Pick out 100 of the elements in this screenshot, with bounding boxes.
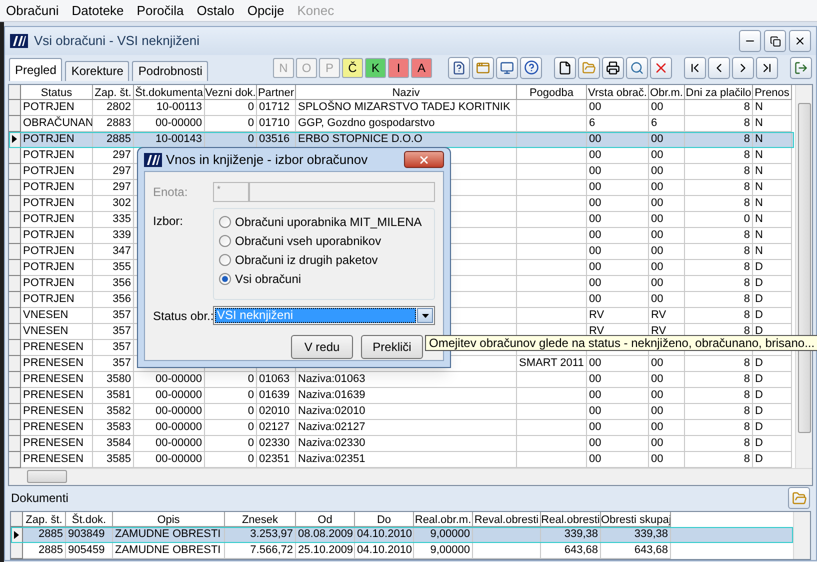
table-cell-text: 02010	[259, 404, 291, 419]
column-header[interactable]: Partner	[258, 86, 294, 99]
column-header[interactable]: Št.dokumenta	[135, 86, 203, 99]
table-cell-text: Naziva:02010	[298, 404, 366, 419]
column-header[interactable]: Obr.m.	[650, 86, 683, 99]
table-cell-text: GGP, Gozdno gospodarstvo	[298, 116, 436, 131]
delete-button[interactable]	[650, 56, 672, 79]
table-cell-text: 8	[742, 356, 750, 371]
menu-item[interactable]: Poročila	[136, 0, 184, 20]
close-button[interactable]	[789, 30, 811, 52]
table-cell-text: POTRJEN	[23, 244, 76, 259]
table-cell-text: 0	[246, 388, 254, 403]
table-cell-text: 01712	[259, 100, 291, 115]
first-record-button[interactable]	[684, 56, 706, 79]
table-cell-text: 339,38	[563, 527, 598, 542]
letter-button[interactable]: I	[388, 58, 409, 78]
print-button[interactable]	[602, 56, 624, 79]
column-header[interactable]: Znesek	[242, 514, 278, 526]
tab[interactable]: Podrobnosti	[132, 60, 208, 81]
column-header[interactable]: Real.obresti	[541, 514, 600, 526]
table-row[interactable]: PRENESEN 3582 00-00000 0 02010 Naziva:02010 00 00 8 D	[9, 404, 794, 420]
menu-item[interactable]: Obračuni	[6, 0, 59, 20]
table-row[interactable]: POTRJEN 2802 10-00113 0 01712 SPLOŠNO MIZARSTVO TADEJ KORITNIK 00 00 8 N	[9, 100, 794, 116]
radio-option[interactable]: Obračuni iz drugih paketov	[219, 250, 429, 269]
close-button[interactable]	[404, 151, 444, 168]
table-cell-text: 01063	[259, 372, 291, 387]
table-cell-text: 2885	[106, 132, 131, 147]
dialog-button[interactable]: Prekliči	[361, 335, 423, 359]
next-record-button[interactable]	[732, 56, 754, 79]
table-cell-text: POTRJEN	[23, 164, 76, 179]
horizontal-scrollbar[interactable]	[9, 468, 812, 485]
column-header[interactable]: Do	[376, 514, 392, 526]
radio-option[interactable]: Vsi obračuni	[219, 269, 429, 288]
column-header[interactable]: Št.dok.	[72, 514, 106, 526]
search-button[interactable]	[626, 56, 648, 79]
column-header[interactable]: Real.obr.m.	[414, 514, 472, 526]
restore-icon	[770, 36, 780, 47]
last-record-button[interactable]	[756, 56, 778, 79]
column-header[interactable]: Status	[40, 86, 72, 99]
table-cell-text: PRENESEN	[23, 436, 85, 451]
column-header[interactable]: Reval.obresti	[474, 514, 539, 526]
table-row[interactable]: 2885 903849 ZAMUDNE OBRESTI 3.253,97 08.08.2009 04.10.2010 9,00000 339,38 339,38	[11, 527, 794, 543]
tab[interactable]: Korekture	[65, 60, 130, 81]
vertical-scrollbar[interactable]	[793, 512, 810, 559]
menu-item[interactable]: Datoteke	[72, 0, 124, 20]
table-cell-text: 3.253,97	[249, 527, 293, 542]
column-header[interactable]: Zap. št.	[26, 514, 62, 526]
column-header[interactable]: Zap. št.	[94, 86, 132, 99]
column-header[interactable]: Prenos	[754, 86, 790, 99]
radio-option[interactable]: Obračuni uporabnika MIT_MILENA	[219, 212, 429, 231]
table-cell-text: 2885	[38, 543, 63, 558]
table-cell-text: 01710	[259, 116, 291, 131]
letter-button[interactable]: K	[365, 58, 386, 78]
unit-name-field[interactable]	[249, 182, 435, 202]
menu-item[interactable]: Opcije	[247, 0, 284, 20]
table-cell-text: 0	[246, 372, 254, 387]
column-header[interactable]: Vrsta obrač.	[588, 86, 647, 99]
table-cell-text: 2802	[106, 100, 131, 115]
help-button[interactable]	[520, 56, 542, 79]
toolbar-button[interactable]	[472, 56, 494, 79]
row-header[interactable]	[9, 132, 21, 148]
table-cell-text: 00	[651, 164, 664, 179]
column-header[interactable]: Od	[318, 514, 332, 526]
table-cell-text: D	[755, 308, 764, 323]
table-row[interactable]: POTRJEN 2885 10-00143 0 03516 ERBO STOPNICE D.O.O 00 00 8 N	[9, 132, 794, 148]
table-cell-text: 643,68	[633, 543, 668, 558]
radio-option[interactable]: Obračuni vseh uporabnikov	[219, 231, 429, 250]
table-cell-text: 00	[589, 196, 602, 211]
table-cell-text: 00	[651, 292, 664, 307]
column-header[interactable]: Vezni dok.	[205, 86, 256, 99]
table-row[interactable]: PRENESEN 3583 00-00000 0 02127 Naziva:02127 00 00 8 D	[9, 420, 794, 436]
open-folder-button[interactable]	[788, 487, 810, 510]
menu-item[interactable]: Ostalo	[196, 0, 234, 20]
column-header[interactable]: Dni za plačilo	[686, 86, 752, 99]
row-header[interactable]	[11, 527, 23, 543]
table-cell-text: 8	[742, 180, 750, 195]
table-row[interactable]: PRENESEN 3585 00-00000 0 02351 Naziva:02351 00 00 8 D	[9, 452, 794, 468]
dialog-button[interactable]: V redu	[291, 335, 353, 359]
new-document-button[interactable]	[554, 56, 576, 79]
table-cell-text: 00	[651, 276, 664, 291]
table-cell-text: 3582	[106, 404, 131, 419]
letter-button[interactable]: A	[411, 58, 432, 78]
letter-button[interactable]: Č	[342, 58, 363, 78]
table-row[interactable]: OBRAČUNAN 2883 00-00000 0 01710 GGP, Gozdno gospodarstvo 6 6 8 N	[9, 116, 794, 132]
tab[interactable]: Pregled	[9, 58, 62, 81]
table-row[interactable]: PRENESEN 3584 00-00000 0 02330 Naziva:02330 00 00 8 D	[9, 436, 794, 452]
restore-button[interactable]	[764, 30, 786, 52]
toolbar-button[interactable]	[448, 56, 470, 79]
table-cell-text: 297	[112, 148, 131, 163]
toolbar-button[interactable]	[496, 56, 518, 79]
table-cell-text: 8	[742, 436, 750, 451]
column-header[interactable]: Opis	[157, 514, 180, 526]
previous-record-button[interactable]	[708, 56, 730, 79]
table-cell-text: 00	[589, 356, 602, 371]
exit-button[interactable]	[790, 56, 812, 79]
field-label: Izbor:	[153, 213, 184, 230]
table-row[interactable]: PRENESEN 3581 00-00000 0 01639 Naziva:01639 00 00 8 D	[9, 388, 794, 404]
column-header[interactable]: Pogodba	[529, 86, 574, 99]
column-header[interactable]: Naziv	[392, 86, 420, 99]
table-row[interactable]: PRENESEN 3580 00-00000 0 01063 Naziva:01063 00 00 8 D	[9, 372, 794, 388]
